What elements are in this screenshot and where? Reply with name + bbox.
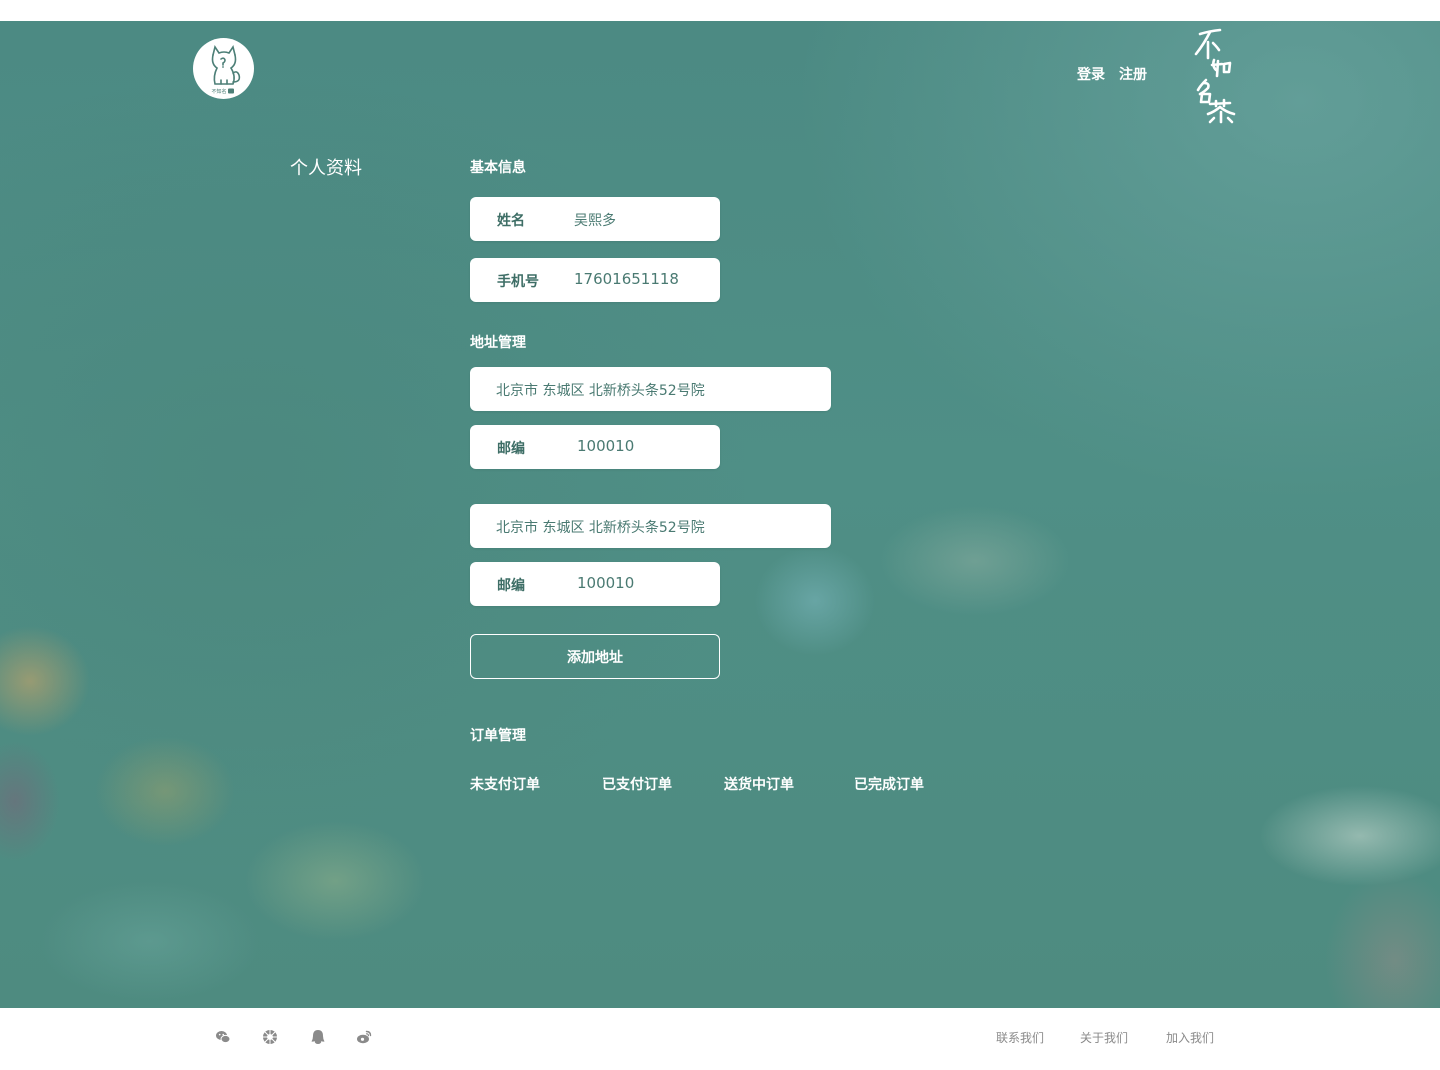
footer-link-join[interactable]: 加入我们 <box>1166 1029 1214 1046</box>
add-address-button[interactable]: 添加地址 <box>470 634 720 679</box>
brand-calligraphy-logo <box>1194 28 1236 124</box>
footer-link-about[interactable]: 关于我们 <box>1080 1029 1128 1046</box>
phone-value[interactable]: 17601651118 <box>574 270 679 288</box>
zip-field[interactable]: 邮编 100010 <box>470 562 720 606</box>
name-label: 姓名 <box>497 213 525 229</box>
phone-field[interactable]: 手机号 17601651118 <box>470 258 720 302</box>
tab-paid-orders[interactable]: 已支付订单 <box>602 774 672 794</box>
address-field[interactable]: 北京市 东城区 北新桥头条52号院 <box>470 504 831 548</box>
address-title: 地址管理 <box>470 335 526 351</box>
login-link[interactable]: 登录 <box>1077 64 1105 84</box>
cat-logo-icon: 不知名 <box>211 44 240 95</box>
site-logo[interactable]: 不知名 <box>193 38 254 99</box>
register-link[interactable]: 注册 <box>1119 64 1147 84</box>
wechat-icon[interactable] <box>215 1029 231 1045</box>
name-value[interactable]: 吴熙多 <box>574 210 616 230</box>
zip-label: 邮编 <box>497 578 525 594</box>
zip-value[interactable]: 100010 <box>577 574 634 592</box>
address-field[interactable]: 北京市 东城区 北新桥头条52号院 <box>470 367 831 411</box>
name-field[interactable]: 姓名 吴熙多 <box>470 197 720 241</box>
qq-icon[interactable] <box>310 1029 326 1045</box>
basic-info-title: 基本信息 <box>470 160 526 176</box>
zip-label: 邮编 <box>497 441 525 457</box>
orders-title: 订单管理 <box>470 728 526 744</box>
zip-value[interactable]: 100010 <box>577 437 634 455</box>
top-strip <box>0 0 1440 21</box>
svg-text:不知名: 不知名 <box>211 88 226 95</box>
zip-field[interactable]: 邮编 100010 <box>470 425 720 469</box>
address-value[interactable]: 北京市 东城区 北新桥头条52号院 <box>496 380 705 400</box>
tab-completed-orders[interactable]: 已完成订单 <box>854 774 924 794</box>
phone-label: 手机号 <box>497 274 539 290</box>
address-value[interactable]: 北京市 东城区 北新桥头条52号院 <box>496 517 705 537</box>
footer-link-contact[interactable]: 联系我们 <box>996 1029 1044 1046</box>
tab-shipping-orders[interactable]: 送货中订单 <box>724 774 794 794</box>
tab-unpaid-orders[interactable]: 未支付订单 <box>470 774 540 794</box>
moments-icon[interactable] <box>262 1029 278 1045</box>
weibo-icon[interactable] <box>356 1029 372 1045</box>
sidebar-title[interactable]: 个人资料 <box>290 154 362 180</box>
